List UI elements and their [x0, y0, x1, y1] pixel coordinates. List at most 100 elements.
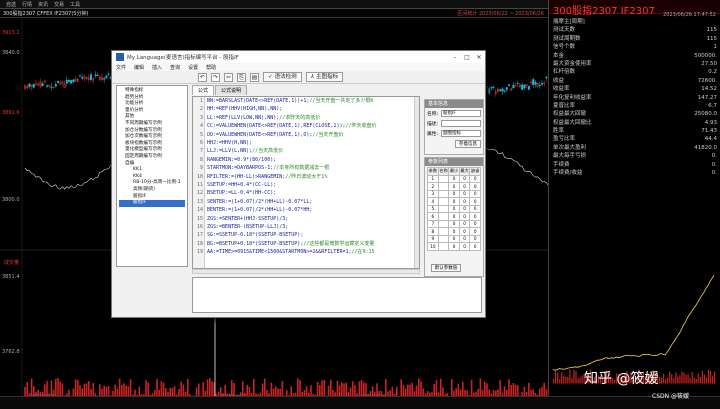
maximize-icon[interactable]: □ [461, 54, 473, 61]
param-row[interactable]: 4000 [427, 197, 481, 206]
dialog-menu-item[interactable]: 设置 [188, 64, 198, 71]
param-row[interactable]: 8000 [427, 227, 481, 236]
param-cell[interactable] [437, 219, 450, 228]
param-cell[interactable]: 0 [458, 197, 471, 206]
dialog-menu-item[interactable]: 帮助 [206, 64, 216, 71]
param-cell[interactable]: 6 [427, 212, 439, 221]
param-cell[interactable] [437, 197, 450, 206]
attr-select[interactable]: 副图指标 [441, 129, 481, 137]
param-row[interactable]: 3000 [427, 189, 481, 198]
main-chart-button[interactable]: ⅄ 主图指标 [305, 72, 344, 82]
param-cell[interactable]: 0 [458, 227, 471, 236]
dialog-menu-item[interactable]: 编辑 [134, 64, 144, 71]
param-cell[interactable]: 0 [448, 227, 460, 236]
tree-node[interactable]: 特殊指标 [119, 88, 185, 95]
editor-tab[interactable]: 公式 [192, 85, 215, 95]
param-cell[interactable]: 0 [458, 212, 471, 221]
minimize-icon[interactable]: – [449, 54, 461, 61]
param-cell[interactable]: 10 [427, 242, 439, 251]
tree-node[interactable]: RB-10分-高周一比例-1 [119, 180, 185, 187]
param-cell[interactable]: 1 [427, 174, 439, 183]
param-row[interactable]: 6000 [427, 212, 481, 221]
redo-icon[interactable]: ↷ [211, 72, 220, 82]
param-cell[interactable]: 0 [469, 242, 481, 251]
paste-icon[interactable]: ▤ [250, 72, 259, 82]
tree-node[interactable]: 功能分析 [119, 101, 185, 108]
copy-icon[interactable]: ⎘ [237, 72, 246, 82]
tree-node[interactable]: 固定周期编写示例 [119, 154, 185, 161]
top-menu-item[interactable]: 自选 [6, 1, 16, 8]
param-cell[interactable]: 0 [448, 204, 460, 213]
undo-icon[interactable]: ↶ [198, 72, 207, 82]
param-cell[interactable] [437, 234, 450, 243]
param-cell[interactable]: 0 [448, 182, 460, 191]
code-editor[interactable]: 1 NN:=BARSLAST(DATE<>REF(DATE,1))+1;//当天开… [192, 96, 420, 269]
param-cell[interactable]: 0 [469, 189, 481, 198]
param-row[interactable]: 7000 [427, 219, 481, 228]
param-cell[interactable]: 0 [458, 234, 471, 243]
editor-horizontal-scrollbar[interactable] [192, 269, 420, 274]
param-cell[interactable] [437, 182, 450, 191]
desc-field[interactable] [441, 119, 481, 127]
param-cell[interactable]: 2 [427, 182, 439, 191]
param-cell[interactable]: 0 [469, 227, 481, 236]
tree-node[interactable]: 不同周期编写示例 [119, 121, 185, 128]
param-cell[interactable]: 0 [448, 197, 460, 206]
param-cell[interactable] [437, 227, 450, 236]
param-cell[interactable]: 0 [458, 174, 471, 183]
close-icon[interactable]: ✕ [473, 54, 485, 61]
param-cell[interactable]: 0 [469, 174, 481, 183]
tree-node[interactable]: 股指IF [119, 194, 185, 201]
param-cell[interactable]: 0 [458, 204, 471, 213]
param-cell[interactable]: 0 [469, 204, 481, 213]
param-cell[interactable]: 7 [427, 219, 439, 228]
param-cell[interactable]: 0 [469, 212, 481, 221]
chart-title[interactable]: 300股指2307 CFFEX IF2307(5分钟) [3, 10, 88, 17]
dialog-menu-item[interactable]: 插入 [152, 64, 162, 71]
param-cell[interactable] [437, 212, 450, 221]
tree-node[interactable]: 股指IF [119, 200, 185, 207]
param-cell[interactable]: 0 [448, 242, 460, 251]
tree-node[interactable]: 其他 [119, 114, 185, 121]
param-cell[interactable]: 0 [448, 212, 460, 221]
param-cell[interactable]: 3 [427, 189, 439, 198]
editor-tab[interactable]: 公式说明 [215, 85, 248, 95]
save-info-button[interactable]: 存着信息 [455, 140, 481, 148]
tree-node[interactable]: 量化模型编写示例 [119, 147, 185, 154]
param-cell[interactable]: 0 [469, 197, 481, 206]
top-menu-item[interactable]: 交易 [54, 1, 64, 8]
param-cell[interactable]: 9 [427, 234, 439, 243]
dialog-menu-item[interactable]: 查询 [170, 64, 180, 71]
param-row[interactable]: 5000 [427, 204, 481, 213]
name-field[interactable]: 股指IF [441, 109, 481, 117]
dialog-menu-item[interactable]: 文件 [116, 64, 126, 71]
indicator-tree[interactable]: 特殊指标 趋势分析 功能分析 量价分析 其他 不同周期编写示例 加仓分数编写示例 加仓次数编写… [116, 85, 188, 267]
param-cell[interactable]: 0 [469, 219, 481, 228]
param-cell[interactable]: 0 [469, 234, 481, 243]
top-menu-item[interactable]: 工具 [70, 1, 80, 8]
tree-node[interactable]: 加仓次数编写示例 [119, 134, 185, 141]
param-cell[interactable]: 4 [427, 197, 439, 206]
param-table[interactable]: 参数 名称 最小 最大 缺省 1 0 0 0 2 0 0 0 3 0 0 0 4 0 0 0 5 0 0 0 6 0 0 0 7 0 0 0 8 0… [427, 167, 481, 251]
param-cell[interactable]: 0 [448, 189, 460, 198]
param-cell[interactable] [437, 174, 450, 183]
param-row[interactable]: 2000 [427, 182, 481, 191]
param-cell[interactable]: 0 [448, 174, 460, 183]
syntax-check-button[interactable]: ✓ 语法检测 [263, 72, 302, 82]
param-row[interactable]: 1000 [427, 174, 481, 183]
param-row[interactable]: 9000 [427, 234, 481, 243]
param-row[interactable]: 10 0 0 0 [427, 242, 481, 251]
param-cell[interactable]: 0 [458, 219, 471, 228]
param-cell[interactable]: 0 [448, 234, 460, 243]
param-cell[interactable]: 0 [458, 182, 471, 191]
default-params-button[interactable]: 默认参数值 [431, 264, 461, 272]
param-cell[interactable] [437, 189, 450, 198]
top-menu-item[interactable]: 资讯 [38, 1, 48, 8]
param-cell[interactable]: 5 [427, 204, 439, 213]
top-menu-item[interactable]: 行情 [22, 1, 32, 8]
param-cell[interactable]: 0 [458, 189, 471, 198]
editor-vertical-scrollbar[interactable] [414, 97, 419, 268]
param-cell[interactable]: 0 [469, 182, 481, 191]
param-cell[interactable]: 0 [448, 219, 460, 228]
tree-node[interactable]: 高频(期货) [119, 187, 185, 194]
